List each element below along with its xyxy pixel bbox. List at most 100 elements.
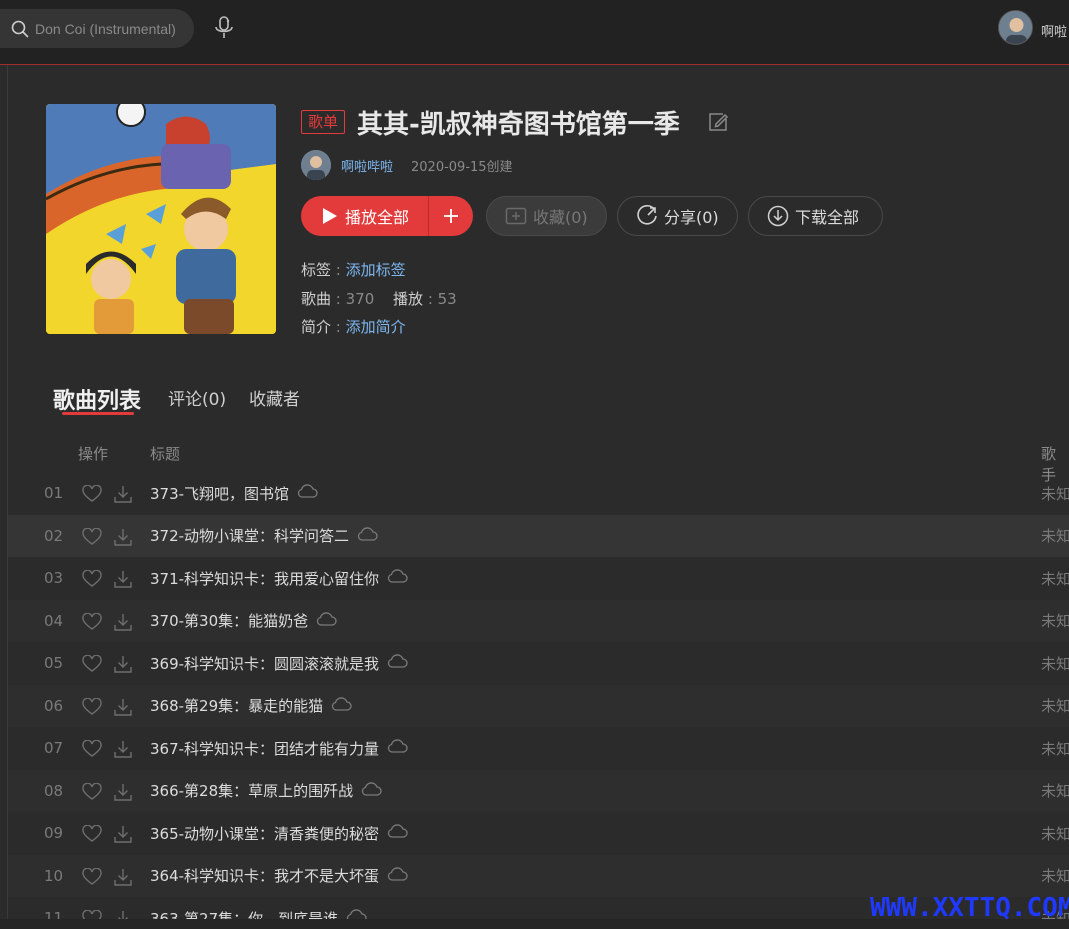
creator-avatar[interactable]: [301, 150, 331, 180]
download-icon[interactable]: [113, 612, 133, 636]
track-title-text[interactable]: 364-科学知识卡：我才不是大坏蛋: [150, 865, 379, 886]
heart-icon[interactable]: [82, 824, 102, 847]
heart-icon[interactable]: [82, 654, 102, 677]
cloud-icon: [356, 526, 378, 546]
playlist-title: 其其-凯叔神奇图书馆第一季: [357, 110, 680, 140]
track-title-text[interactable]: 366-第28集：草原上的围歼战: [150, 780, 353, 801]
track-number: 08: [44, 781, 64, 800]
download-icon[interactable]: [113, 654, 133, 678]
table-row[interactable]: 05 369-科学知识卡：圆圆滚滚就是我 未知: [8, 642, 1069, 685]
track-title[interactable]: 368-第29集：暴走的能猫: [150, 695, 352, 716]
tab-comments[interactable]: 评论(0): [168, 385, 226, 410]
heart-icon[interactable]: [82, 569, 102, 592]
track-title[interactable]: 373-飞翔吧，图书馆: [150, 483, 318, 504]
cloud-icon: [386, 653, 408, 673]
track-title[interactable]: 372-动物小课堂：科学问答二: [150, 525, 378, 546]
track-artist[interactable]: 未知: [1041, 483, 1069, 504]
track-title[interactable]: 369-科学知识卡：圆圆滚滚就是我: [150, 653, 408, 674]
play-icon: [323, 208, 337, 224]
download-icon[interactable]: [113, 782, 133, 806]
track-artist[interactable]: 未知: [1041, 780, 1069, 801]
track-number: 03: [44, 569, 64, 588]
play-all-button[interactable]: 播放全部: [301, 196, 473, 236]
track-title[interactable]: 365-动物小课堂：清香粪便的秘密: [150, 823, 408, 844]
download-icon[interactable]: [113, 484, 133, 508]
track-title-text[interactable]: 370-第30集：能猫奶爸: [150, 610, 308, 631]
songs-label: 歌曲: [301, 290, 332, 308]
table-row[interactable]: 09 365-动物小课堂：清香粪便的秘密 未知: [8, 812, 1069, 855]
heart-icon[interactable]: [82, 526, 102, 550]
heart-icon[interactable]: [82, 866, 102, 890]
plays-count: 53: [437, 290, 457, 308]
download-icon[interactable]: [113, 739, 133, 763]
track-title[interactable]: 366-第28集：草原上的围歼战: [150, 780, 382, 801]
table-row[interactable]: 04 370-第30集：能猫奶爸 未知: [8, 599, 1069, 642]
track-title[interactable]: 371-科学知识卡：我用爱心留住你: [150, 568, 408, 589]
column-header-ops: 操作: [78, 445, 109, 463]
table-row[interactable]: 10 364-科学知识卡：我才不是大坏蛋 未知: [8, 854, 1069, 897]
track-title[interactable]: 367-科学知识卡：团结才能有力量: [150, 738, 408, 759]
track-artist[interactable]: 未知: [1041, 568, 1069, 589]
track-artist[interactable]: 未知: [1041, 695, 1069, 716]
heart-icon[interactable]: [82, 484, 102, 507]
cloud-icon: [315, 611, 337, 631]
share-label: 分享(0): [664, 208, 719, 227]
table-row[interactable]: 06 368-第29集：暴走的能猫 未知: [8, 684, 1069, 727]
track-title-text[interactable]: 372-动物小课堂：科学问答二: [150, 525, 349, 546]
track-title-text[interactable]: 371-科学知识卡：我用爱心留住你: [150, 568, 379, 589]
heart-icon[interactable]: [82, 781, 102, 805]
download-all-label: 下载全部: [795, 208, 860, 227]
separator: :: [331, 318, 346, 336]
track-artist[interactable]: 未知: [1041, 738, 1069, 759]
download-icon[interactable]: [113, 527, 133, 551]
share-button[interactable]: 分享(0): [617, 196, 738, 236]
track-title[interactable]: 370-第30集：能猫奶爸: [150, 610, 337, 631]
microphone-icon[interactable]: [212, 15, 236, 41]
track-artist[interactable]: 未知: [1041, 653, 1069, 674]
track-title-text[interactable]: 368-第29集：暴走的能猫: [150, 695, 323, 716]
table-row[interactable]: 08 366-第28集：草原上的围歼战 未知: [8, 769, 1069, 812]
heart-icon[interactable]: [82, 696, 102, 720]
column-header-title[interactable]: 标题: [150, 443, 180, 464]
creator-name[interactable]: 啊啦哔啦: [341, 156, 393, 175]
download-icon[interactable]: [113, 569, 133, 593]
track-artist[interactable]: 未知: [1041, 610, 1069, 631]
search-box[interactable]: [0, 9, 194, 48]
add-to-queue-button[interactable]: [429, 196, 473, 236]
track-title-text[interactable]: 367-科学知识卡：团结才能有力量: [150, 738, 379, 759]
download-icon[interactable]: [113, 697, 133, 721]
tab-collectors[interactable]: 收藏者: [249, 385, 300, 410]
separator: :: [331, 290, 346, 308]
table-row[interactable]: 07 367-科学知识卡：团结才能有力量 未知: [8, 727, 1069, 770]
heart-icon[interactable]: [82, 611, 102, 635]
table-row[interactable]: 01 373-飞翔吧，图书馆 未知: [8, 472, 1069, 515]
table-row[interactable]: 03 371-科学知识卡：我用爱心留住你 未知: [8, 557, 1069, 600]
download-all-button[interactable]: 下载全部: [748, 196, 883, 236]
track-artist[interactable]: 未知: [1041, 525, 1069, 546]
plays-label: 播放: [393, 290, 424, 308]
play-all-label: 播放全部: [345, 208, 410, 227]
share-icon: [637, 205, 657, 225]
track-title-text[interactable]: 369-科学知识卡：圆圆滚滚就是我: [150, 653, 379, 674]
track-title-text[interactable]: 373-飞翔吧，图书馆: [150, 483, 289, 504]
track-title-text[interactable]: 365-动物小课堂：清香粪便的秘密: [150, 823, 379, 844]
track-title[interactable]: 364-科学知识卡：我才不是大坏蛋: [150, 865, 408, 886]
table-row[interactable]: 02 372-动物小课堂：科学问答二 未知: [8, 514, 1069, 557]
edit-icon[interactable]: [707, 111, 729, 133]
heart-icon[interactable]: [82, 739, 102, 762]
track-number: 06: [44, 696, 64, 715]
tab-songs[interactable]: 歌曲列表: [53, 383, 141, 415]
user-avatar[interactable]: [998, 10, 1033, 45]
add-intro-link[interactable]: 添加简介: [346, 318, 406, 336]
track-artist[interactable]: 未知: [1041, 823, 1069, 844]
track-number: 04: [44, 611, 64, 630]
favorite-button[interactable]: 收藏(0): [486, 196, 607, 236]
add-tags-link[interactable]: 添加标签: [346, 261, 406, 279]
download-icon[interactable]: [113, 867, 133, 891]
download-icon[interactable]: [113, 824, 133, 848]
plus-icon: [444, 209, 458, 223]
user-name[interactable]: 啊啦: [1041, 21, 1067, 40]
search-input[interactable]: [35, 20, 175, 37]
track-artist[interactable]: 未知: [1041, 865, 1069, 886]
play-all[interactable]: 播放全部: [301, 196, 429, 236]
